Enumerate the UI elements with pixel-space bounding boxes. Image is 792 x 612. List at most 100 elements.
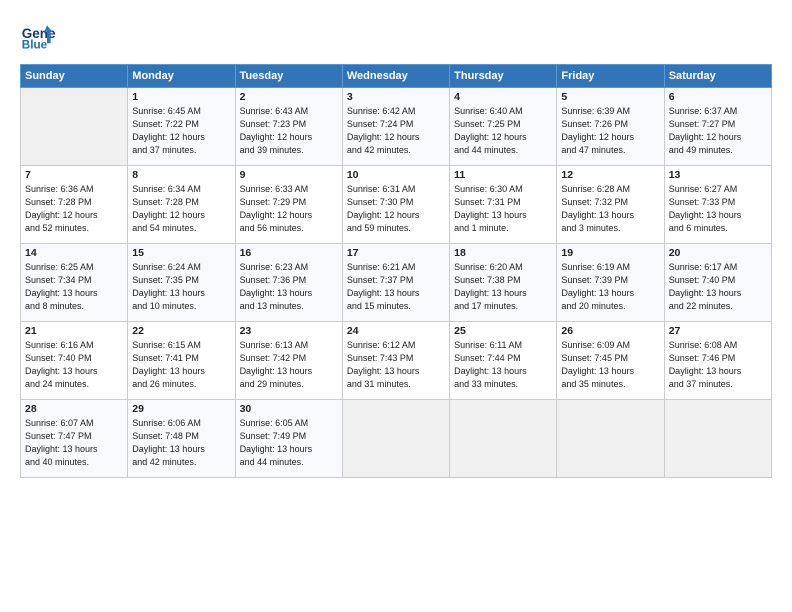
day-number: 5 [561, 91, 659, 103]
day-number: 9 [240, 169, 338, 181]
calendar-cell: 1 Sunrise: 6:45 AM Sunset: 7:22 PM Daylig… [128, 88, 235, 166]
day-number: 30 [240, 403, 338, 415]
calendar-cell [342, 400, 449, 478]
day-number: 17 [347, 247, 445, 259]
calendar-table: SundayMondayTuesdayWednesdayThursdayFrid… [20, 64, 772, 478]
calendar-cell: 23 Sunrise: 6:13 AM Sunset: 7:42 PM Dayli… [235, 322, 342, 400]
weekday-header: Friday [557, 65, 664, 88]
day-number: 16 [240, 247, 338, 259]
weekday-header: Thursday [450, 65, 557, 88]
day-info: Sunrise: 6:27 AM Sunset: 7:33 PM Dayligh… [669, 183, 767, 235]
day-number: 6 [669, 91, 767, 103]
day-number: 11 [454, 169, 552, 181]
day-number: 27 [669, 325, 767, 337]
calendar-cell: 17Sunrise: 6:21 AM Sunset: 7:37 PM Dayli… [342, 244, 449, 322]
calendar-cell: 25 Sunrise: 6:11 AM Sunset: 7:44 PM Dayli… [450, 322, 557, 400]
calendar-week-row: 14Sunrise: 6:25 AM Sunset: 7:34 PM Dayli… [21, 244, 772, 322]
day-number: 13 [669, 169, 767, 181]
calendar-week-row: 7 Sunrise: 6:36 AM Sunset: 7:28 PM Daylig… [21, 166, 772, 244]
calendar-cell: 27 Sunrise: 6:08 AM Sunset: 7:46 PM Dayli… [664, 322, 771, 400]
calendar-cell: 20Sunrise: 6:17 AM Sunset: 7:40 PM Dayli… [664, 244, 771, 322]
day-number: 26 [561, 325, 659, 337]
calendar-cell: 5 Sunrise: 6:39 AM Sunset: 7:26 PM Daylig… [557, 88, 664, 166]
calendar-cell: 22 Sunrise: 6:15 AM Sunset: 7:41 PM Dayli… [128, 322, 235, 400]
calendar-header-row: SundayMondayTuesdayWednesdayThursdayFrid… [21, 65, 772, 88]
weekday-header: Sunday [21, 65, 128, 88]
day-info: Sunrise: 6:25 AM Sunset: 7:34 PM Dayligh… [25, 261, 123, 313]
calendar-cell: 11 Sunrise: 6:30 AM Sunset: 7:31 PM Dayli… [450, 166, 557, 244]
day-info: Sunrise: 6:42 AM Sunset: 7:24 PM Dayligh… [347, 105, 445, 157]
calendar-cell: 26 Sunrise: 6:09 AM Sunset: 7:45 PM Dayli… [557, 322, 664, 400]
day-number: 15 [132, 247, 230, 259]
calendar-cell: 19 Sunrise: 6:19 AM Sunset: 7:39 PM Dayli… [557, 244, 664, 322]
calendar-cell: 24 Sunrise: 6:12 AM Sunset: 7:43 PM Dayli… [342, 322, 449, 400]
day-info: Sunrise: 6:05 AM Sunset: 7:49 PM Dayligh… [240, 417, 338, 469]
day-number: 18 [454, 247, 552, 259]
calendar-cell [557, 400, 664, 478]
day-number: 24 [347, 325, 445, 337]
day-info: Sunrise: 6:37 AM Sunset: 7:27 PM Dayligh… [669, 105, 767, 157]
calendar-cell: 21Sunrise: 6:16 AM Sunset: 7:40 PM Dayli… [21, 322, 128, 400]
day-info: Sunrise: 6:09 AM Sunset: 7:45 PM Dayligh… [561, 339, 659, 391]
day-number: 22 [132, 325, 230, 337]
weekday-header: Wednesday [342, 65, 449, 88]
calendar-body: 1 Sunrise: 6:45 AM Sunset: 7:22 PM Daylig… [21, 88, 772, 478]
day-number: 1 [132, 91, 230, 103]
calendar-week-row: 21Sunrise: 6:16 AM Sunset: 7:40 PM Dayli… [21, 322, 772, 400]
day-info: Sunrise: 6:17 AM Sunset: 7:40 PM Dayligh… [669, 261, 767, 313]
day-info: Sunrise: 6:36 AM Sunset: 7:28 PM Dayligh… [25, 183, 123, 235]
day-number: 2 [240, 91, 338, 103]
weekday-header: Tuesday [235, 65, 342, 88]
day-info: Sunrise: 6:06 AM Sunset: 7:48 PM Dayligh… [132, 417, 230, 469]
calendar-cell: 10Sunrise: 6:31 AM Sunset: 7:30 PM Dayli… [342, 166, 449, 244]
day-info: Sunrise: 6:12 AM Sunset: 7:43 PM Dayligh… [347, 339, 445, 391]
calendar-cell: 16 Sunrise: 6:23 AM Sunset: 7:36 PM Dayli… [235, 244, 342, 322]
day-number: 21 [25, 325, 123, 337]
day-number: 25 [454, 325, 552, 337]
header: General Blue [20, 18, 772, 54]
day-info: Sunrise: 6:45 AM Sunset: 7:22 PM Dayligh… [132, 105, 230, 157]
calendar-page: General Blue SundayMondayTuesdayWednesda… [0, 0, 792, 612]
day-number: 29 [132, 403, 230, 415]
calendar-cell: 28 Sunrise: 6:07 AM Sunset: 7:47 PM Dayli… [21, 400, 128, 478]
day-number: 23 [240, 325, 338, 337]
calendar-cell: 29 Sunrise: 6:06 AM Sunset: 7:48 PM Dayli… [128, 400, 235, 478]
calendar-cell: 2 Sunrise: 6:43 AM Sunset: 7:23 PM Daylig… [235, 88, 342, 166]
day-number: 12 [561, 169, 659, 181]
weekday-header: Monday [128, 65, 235, 88]
calendar-cell: 12 Sunrise: 6:28 AM Sunset: 7:32 PM Dayli… [557, 166, 664, 244]
day-info: Sunrise: 6:24 AM Sunset: 7:35 PM Dayligh… [132, 261, 230, 313]
day-info: Sunrise: 6:20 AM Sunset: 7:38 PM Dayligh… [454, 261, 552, 313]
day-number: 19 [561, 247, 659, 259]
day-number: 7 [25, 169, 123, 181]
calendar-cell: 3 Sunrise: 6:42 AM Sunset: 7:24 PM Daylig… [342, 88, 449, 166]
weekday-header: Saturday [664, 65, 771, 88]
day-info: Sunrise: 6:13 AM Sunset: 7:42 PM Dayligh… [240, 339, 338, 391]
calendar-cell: 8Sunrise: 6:34 AM Sunset: 7:28 PM Daylig… [128, 166, 235, 244]
logo: General Blue [20, 18, 58, 54]
day-info: Sunrise: 6:40 AM Sunset: 7:25 PM Dayligh… [454, 105, 552, 157]
day-info: Sunrise: 6:28 AM Sunset: 7:32 PM Dayligh… [561, 183, 659, 235]
day-info: Sunrise: 6:19 AM Sunset: 7:39 PM Dayligh… [561, 261, 659, 313]
day-info: Sunrise: 6:15 AM Sunset: 7:41 PM Dayligh… [132, 339, 230, 391]
calendar-cell: 7 Sunrise: 6:36 AM Sunset: 7:28 PM Daylig… [21, 166, 128, 244]
day-info: Sunrise: 6:08 AM Sunset: 7:46 PM Dayligh… [669, 339, 767, 391]
logo-icon: General Blue [20, 18, 56, 54]
day-number: 8 [132, 169, 230, 181]
day-info: Sunrise: 6:07 AM Sunset: 7:47 PM Dayligh… [25, 417, 123, 469]
calendar-cell: 14Sunrise: 6:25 AM Sunset: 7:34 PM Dayli… [21, 244, 128, 322]
day-info: Sunrise: 6:30 AM Sunset: 7:31 PM Dayligh… [454, 183, 552, 235]
day-info: Sunrise: 6:39 AM Sunset: 7:26 PM Dayligh… [561, 105, 659, 157]
day-number: 28 [25, 403, 123, 415]
svg-text:Blue: Blue [22, 39, 48, 52]
day-number: 3 [347, 91, 445, 103]
day-info: Sunrise: 6:23 AM Sunset: 7:36 PM Dayligh… [240, 261, 338, 313]
calendar-cell: 13 Sunrise: 6:27 AM Sunset: 7:33 PM Dayli… [664, 166, 771, 244]
calendar-week-row: 1 Sunrise: 6:45 AM Sunset: 7:22 PM Daylig… [21, 88, 772, 166]
calendar-cell: 4Sunrise: 6:40 AM Sunset: 7:25 PM Daylig… [450, 88, 557, 166]
day-info: Sunrise: 6:11 AM Sunset: 7:44 PM Dayligh… [454, 339, 552, 391]
calendar-cell: 30 Sunrise: 6:05 AM Sunset: 7:49 PM Dayli… [235, 400, 342, 478]
day-info: Sunrise: 6:43 AM Sunset: 7:23 PM Dayligh… [240, 105, 338, 157]
calendar-week-row: 28 Sunrise: 6:07 AM Sunset: 7:47 PM Dayli… [21, 400, 772, 478]
day-info: Sunrise: 6:33 AM Sunset: 7:29 PM Dayligh… [240, 183, 338, 235]
